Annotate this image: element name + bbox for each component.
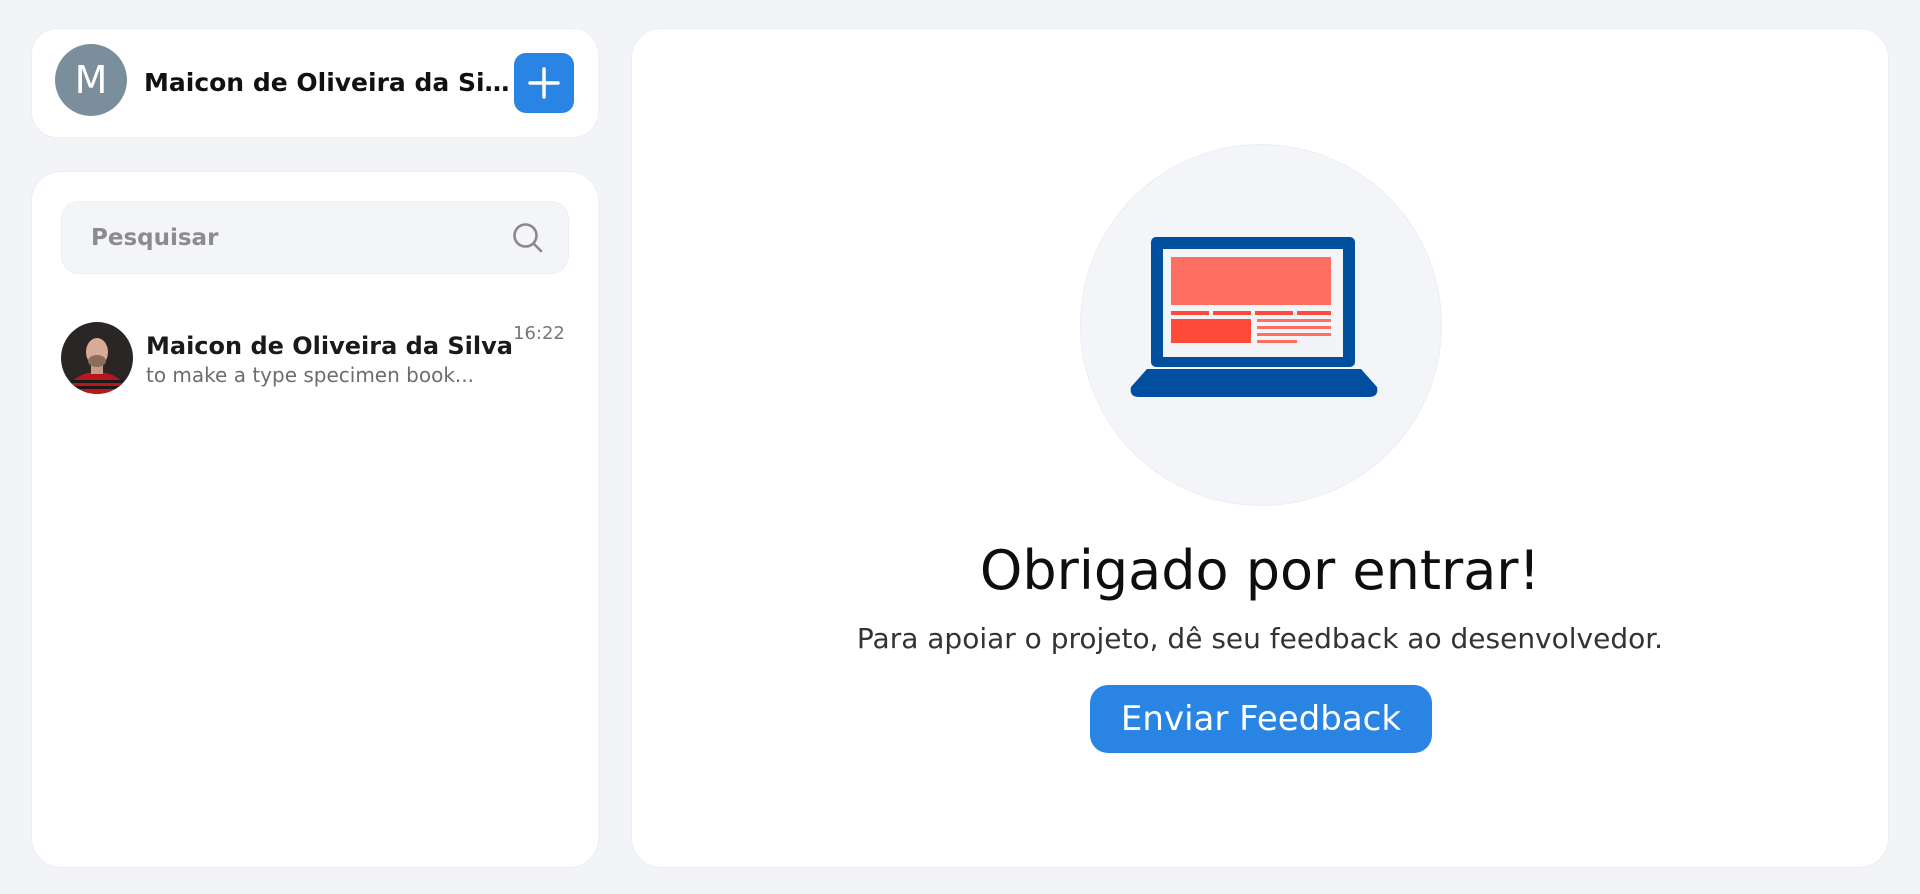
search-icon[interactable] [512, 222, 544, 254]
chat-list-panel: Maicon de Oliveira da Silva to make a ty… [31, 171, 599, 868]
welcome-title: Obrigado por entrar! [979, 539, 1541, 602]
chat-list-item[interactable]: Maicon de Oliveira da Silva to make a ty… [61, 322, 571, 400]
profile-header: M Maicon de Oliveira da Silva [31, 28, 599, 138]
chat-contact-name: Maicon de Oliveira da Silva [146, 332, 513, 360]
user-photo-icon [61, 322, 133, 394]
plus-icon [528, 67, 560, 99]
welcome-subtitle: Para apoiar o projeto, dê seu feedback a… [856, 622, 1664, 655]
chat-timestamp: 16:22 [513, 323, 565, 344]
search-input[interactable] [62, 202, 502, 273]
chat-last-message: to make a type specimen book... [146, 363, 474, 387]
send-feedback-button[interactable]: Enviar Feedback [1090, 685, 1432, 753]
profile-name: Maicon de Oliveira da Silva [144, 68, 514, 97]
illustration [1080, 144, 1442, 506]
laptop-icon [1130, 237, 1378, 397]
welcome-panel: Obrigado por entrar! Para apoiar o proje… [631, 28, 1889, 868]
avatar [61, 322, 133, 394]
search-bar [61, 201, 569, 274]
avatar[interactable]: M [55, 44, 127, 116]
new-chat-button[interactable] [514, 53, 574, 113]
